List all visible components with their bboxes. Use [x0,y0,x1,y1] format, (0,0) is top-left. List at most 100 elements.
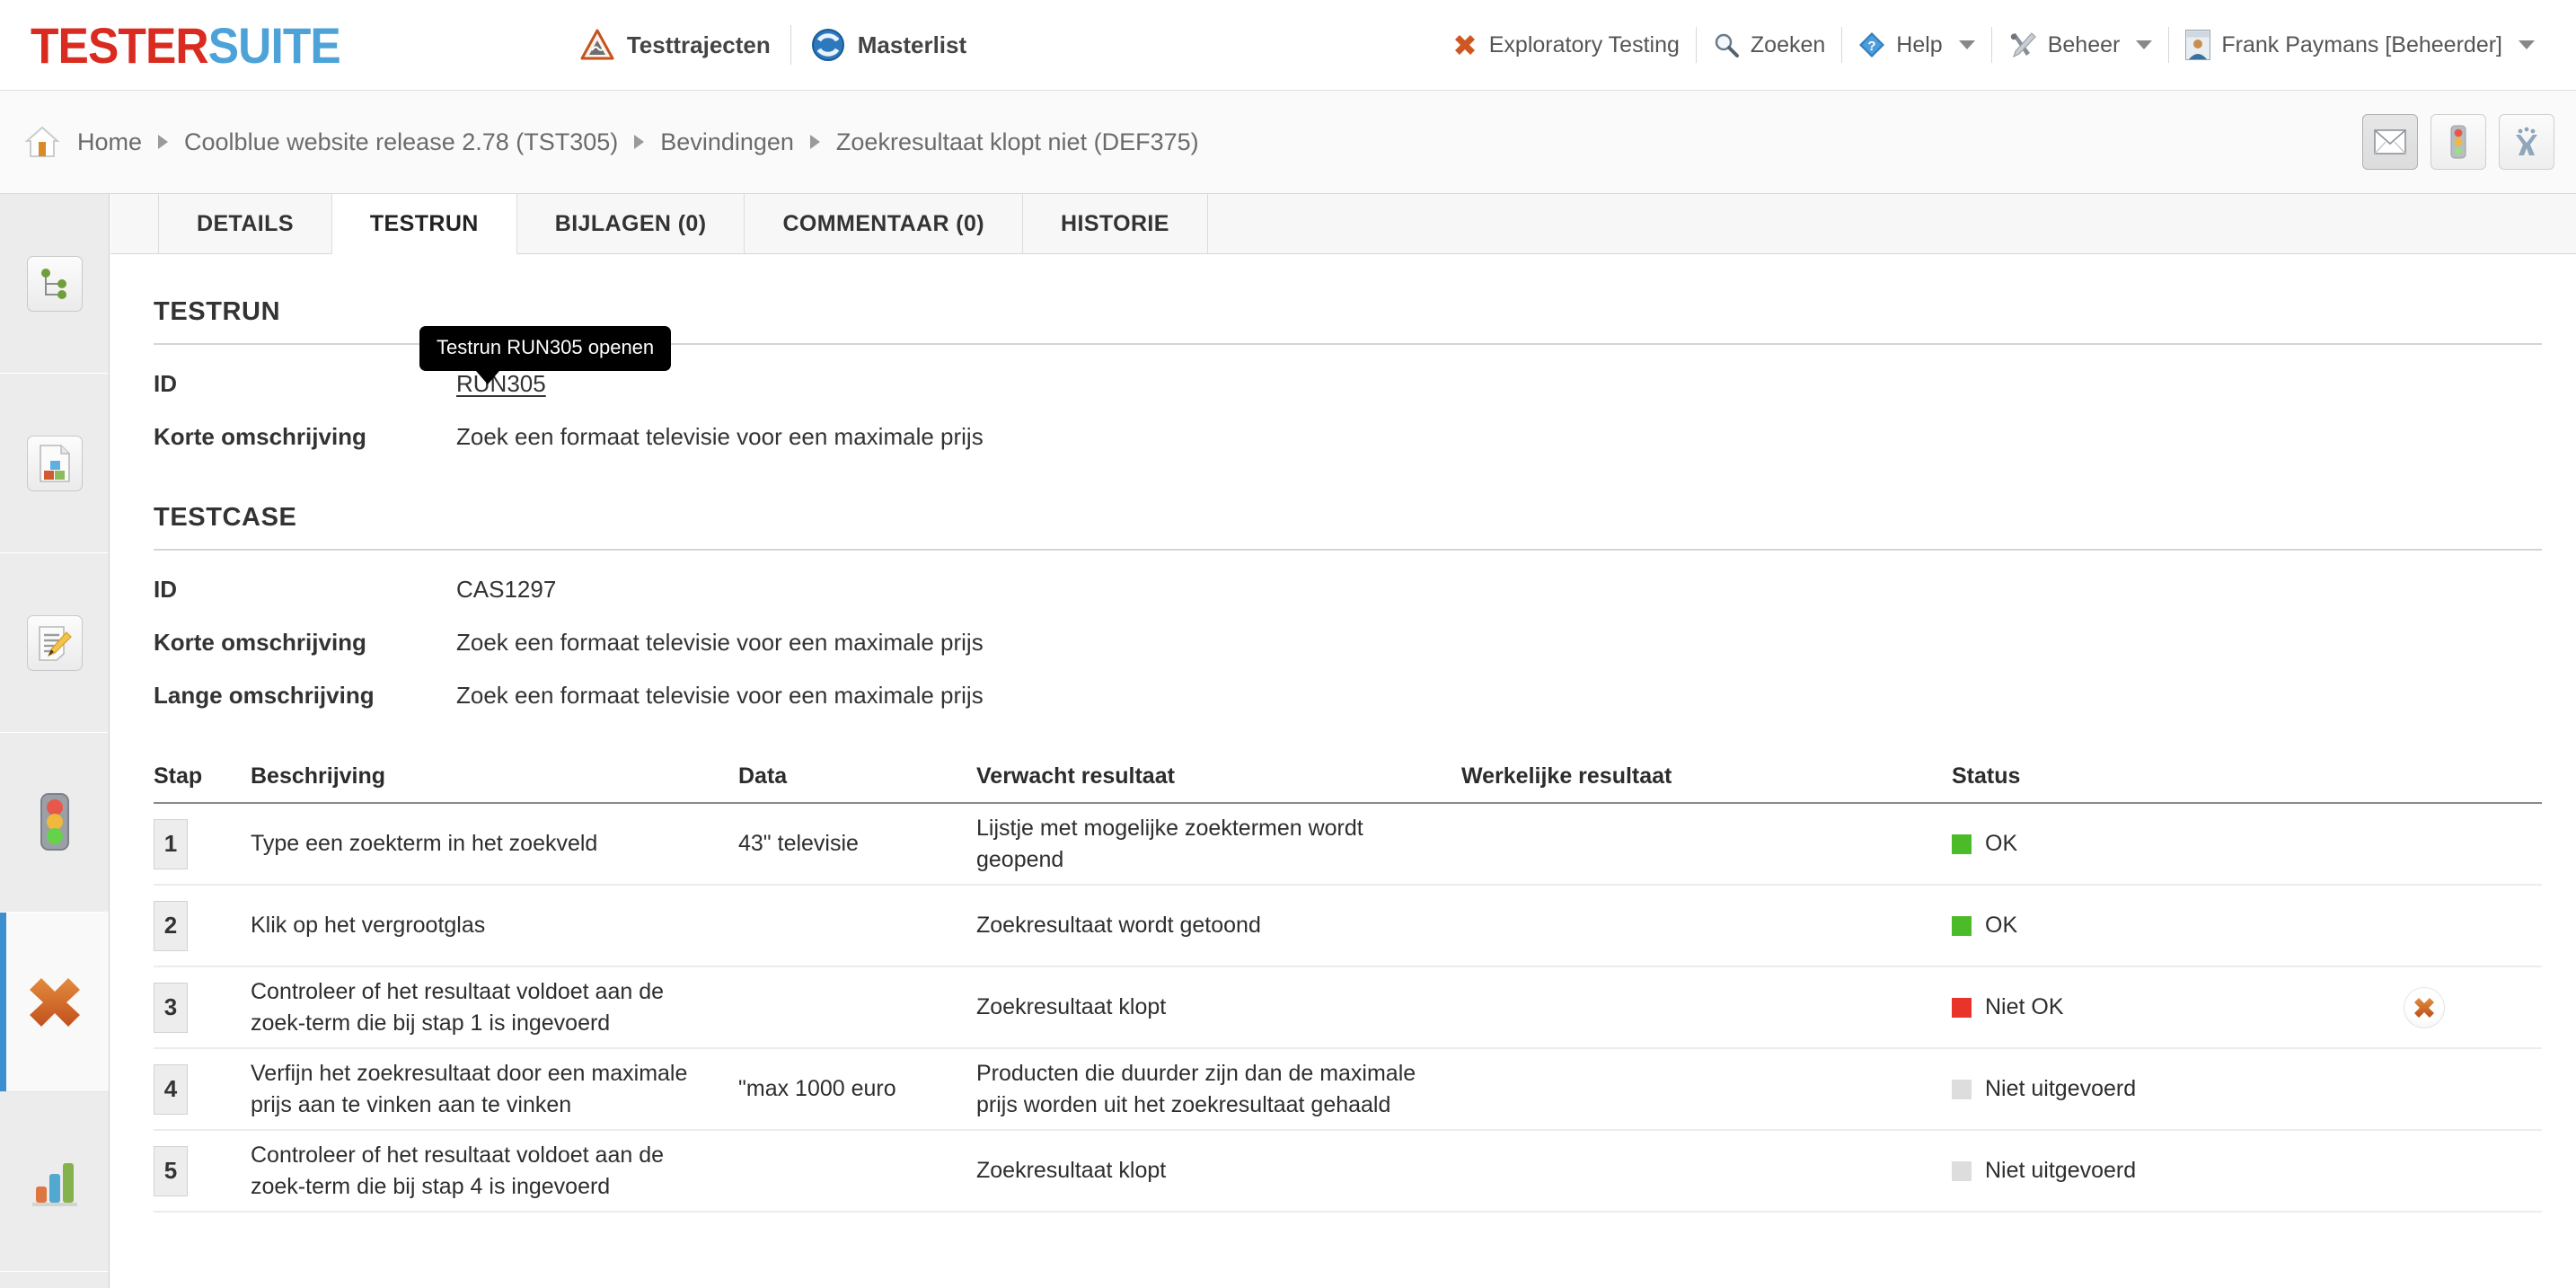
sidebar-item-bevindingen[interactable] [0,913,109,1092]
tab-bijlagen[interactable]: BIJLAGEN (0) [516,194,745,253]
svg-text:?: ? [1868,39,1876,54]
top-bar: TESTERSUITE Testtrajecten Masterlist Exp… [0,0,2576,90]
testcase-korte-omschrijving-label: Korte omschrijving [154,629,366,656]
table-row[interactable]: 3 Controleer of het resultaat voldoet aa… [154,967,2542,1049]
nav-item-testtrajecten-label: Testtrajecten [626,31,771,58]
breadcrumb-item-project[interactable]: Coolblue website release 2.78 (TST305) [184,128,618,156]
testcase-id-label: ID [154,576,177,603]
step-expected-result: Lijstje met mogelijke zoektermen wordt g… [976,816,1363,872]
breadcrumb-bar: Home Coolblue website release 2.78 (TST3… [0,90,2576,194]
breadcrumb-separator-icon [634,135,645,149]
tab-bar: DETAILS TESTRUN BIJLAGEN (0) COMMENTAAR … [110,194,2576,254]
status-badge: Niet uitgevoerd [1952,1158,2329,1184]
sidebar-item-status[interactable] [0,733,109,913]
step-number-cell: 5 [154,1145,251,1196]
orange-x-icon [24,973,85,1032]
step-number-cell: 4 [154,1063,251,1115]
topright-label-exploratory: Exploratory Testing [1488,31,1680,57]
globe-refresh-icon [811,28,845,62]
column-header-verwacht: Verwacht resultaat [976,763,1175,789]
step-description: Verfijn het zoekresultaat door een maxim… [251,1061,688,1117]
tab-testrun[interactable]: TESTRUN [331,194,517,254]
sidebar-item-edit[interactable] [0,553,109,733]
traffic-light-icon [34,791,75,854]
tab-details[interactable]: DETAILS [158,194,332,253]
user-avatar-icon [2185,30,2211,60]
step-number-cell: 3 [154,982,251,1033]
magnifier-icon [1713,31,1740,58]
chevron-down-icon[interactable] [2136,40,2153,49]
chevron-down-icon[interactable] [2519,40,2535,49]
testrun-field-id: ID Testrun RUN305 openen RUN305 [110,326,2576,398]
topright-item-zoeken[interactable]: Zoeken [1697,31,1841,58]
sidebar-item-masterlist[interactable] [0,374,109,553]
step-status-cell: OK [1952,913,2329,939]
traffic-light-button[interactable] [2430,114,2486,170]
document-edit-icon [37,625,73,661]
step-description: Type een zoekterm in het zoekveld [251,831,598,857]
table-row[interactable]: 2 Klik op het vergrootglas Zoekresultaat… [154,886,2542,967]
topright-item-user[interactable]: Frank Paymans [Beheerder] [2169,30,2551,60]
topright-item-beheer[interactable]: Beheer [1992,31,2169,58]
tooltip-testrun-open: Testrun RUN305 openen [419,326,672,384]
breadcrumb-item-current[interactable]: Zoekresultaat klopt niet (DEF375) [836,128,1199,156]
testcase-lange-omschrijving-value: Zoek een formaat televisie voor een maxi… [456,682,984,709]
topright-item-help[interactable]: ? Help [1842,31,1990,58]
step-number: 2 [154,900,188,951]
breadcrumb-item-bevindingen[interactable]: Bevindingen [660,128,794,156]
nav-item-masterlist-label: Masterlist [857,31,967,58]
tools-icon [2008,31,2037,58]
testcase-field-lange-omschrijving: Lange omschrijving Zoek een formaat tele… [110,682,2576,710]
bar-chart-icon [27,1154,83,1210]
step-number: 5 [154,1145,188,1196]
breadcrumb-item-home[interactable]: Home [77,128,142,156]
chevron-down-icon[interactable] [1958,40,1975,49]
breadcrumb-separator-icon [809,135,820,149]
testcase-korte-omschrijving-value: Zoek een formaat televisie voor een maxi… [456,629,984,656]
status-swatch [1952,834,1972,854]
topright-label-zoeken: Zoeken [1750,31,1826,57]
orange-x-icon [1451,31,1478,58]
primary-nav: Testtrajecten Masterlist [560,25,986,65]
testrun-id-link[interactable]: RUN305 [456,370,546,397]
step-expected-result: Zoekresultaat wordt getoond [976,913,1261,939]
status-badge: OK [1952,831,2329,857]
testrun-field-korte-omschrijving: Korte omschrijving Zoek een formaat tele… [110,423,2576,451]
table-row[interactable]: 4 Verfijn het zoekresultaat door een max… [154,1049,2542,1131]
section-title-testrun: TESTRUN [154,297,281,326]
sidebar-item-rapportage[interactable] [0,1092,109,1272]
status-label: Niet OK [1985,994,2064,1019]
topright-item-exploratory-testing[interactable]: Exploratory Testing [1435,31,1696,58]
help-diamond-icon: ? [1858,31,1885,58]
nav-item-masterlist[interactable]: Masterlist [791,28,986,62]
table-row[interactable]: 5 Controleer of het resultaat voldoet aa… [154,1131,2542,1213]
section-divider [154,549,2542,551]
home-icon[interactable] [23,123,61,161]
create-finding-button[interactable] [2404,987,2444,1028]
status-swatch [1952,1160,1972,1181]
sidebar-button [26,255,83,312]
column-header-status: Status [1952,763,2021,789]
step-description: Controleer of het resultaat voldoet aan … [251,1142,665,1199]
row-actions [2329,987,2542,1028]
mail-button[interactable] [2362,114,2418,170]
sidebar-item-sitemap[interactable] [0,194,109,374]
topright-label-beheer: Beheer [2047,31,2121,57]
column-header-beschrijving: Beschrijving [251,763,386,789]
tab-bijlagen-label: BIJLAGEN (0) [554,210,707,236]
topright-label-help: Help [1896,31,1943,57]
exploratory-testing-button[interactable] [2499,114,2554,170]
table-row[interactable]: 1 Type een zoekterm in het zoekveld 43" … [154,804,2542,886]
status-swatch [1952,997,1972,1018]
status-label: Niet uitgevoerd [1985,1076,2137,1101]
column-header-data: Data [738,763,788,789]
step-data: 43" televisie [738,831,859,857]
step-description: Klik op het vergrootglas [251,913,486,939]
status-badge: Niet OK [1952,994,2329,1020]
testrun-link-wrapper: Testrun RUN305 openen RUN305 [419,326,672,398]
left-sidebar [0,194,110,1288]
tab-commentaar[interactable]: COMMENTAAR (0) [744,194,1024,253]
tab-historie[interactable]: HISTORIE [1022,194,1208,253]
app-logo[interactable]: TESTERSUITE [31,16,341,75]
nav-item-testtrajecten[interactable]: Testtrajecten [560,29,790,61]
